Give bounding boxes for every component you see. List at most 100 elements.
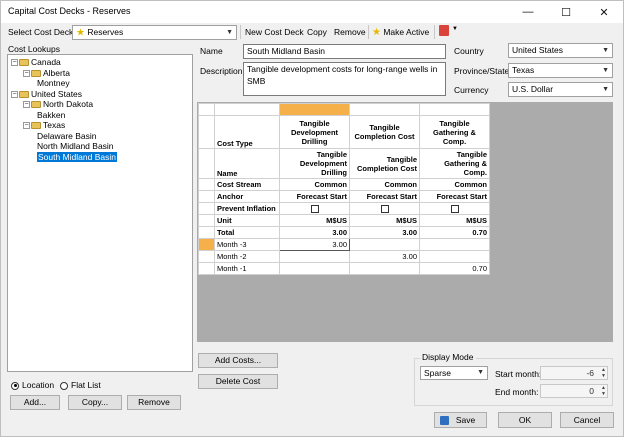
star-icon: ★ bbox=[372, 26, 381, 38]
display-mode-select[interactable]: Sparse ▼ bbox=[420, 366, 488, 380]
tree-item[interactable]: − United States bbox=[11, 89, 82, 100]
anchor-cell[interactable]: Forecast Start bbox=[419, 190, 490, 203]
minimize-icon[interactable]: — bbox=[509, 1, 547, 23]
report-icon[interactable] bbox=[439, 25, 449, 36]
cancel-button[interactable]: Cancel bbox=[560, 412, 614, 428]
cost-type-cell[interactable]: Tangible Gathering & Comp. bbox=[419, 115, 490, 149]
cost-lookups-tree[interactable]: − Canada − Alberta Montney − United States − Nor… bbox=[7, 54, 193, 372]
start-month-spinner[interactable]: -6 ▲ ▼ bbox=[540, 366, 608, 380]
prevent-inflation-checkbox[interactable] bbox=[450, 205, 459, 213]
total-cell: 0.70 bbox=[419, 226, 490, 239]
month-cell[interactable] bbox=[349, 262, 420, 275]
country-select[interactable]: United States ▼ bbox=[508, 43, 613, 58]
month-cell[interactable] bbox=[419, 238, 490, 251]
name-cell[interactable]: Tangible Gathering & Comp. bbox=[419, 148, 490, 179]
month-cell[interactable]: 3.00 bbox=[279, 238, 350, 251]
row-header[interactable] bbox=[198, 250, 215, 263]
tree-item[interactable]: South Midland Basin bbox=[35, 151, 117, 163]
month-cell[interactable] bbox=[349, 238, 420, 251]
collapse-icon[interactable]: − bbox=[23, 101, 30, 109]
cost-lookups-label: Cost Lookups bbox=[8, 44, 60, 54]
cost-grid[interactable]: Cost Type Tangible Development Drilling … bbox=[198, 103, 490, 275]
tree-item[interactable]: − Texas bbox=[23, 120, 65, 131]
remove-lookup-button[interactable]: Remove bbox=[127, 395, 181, 410]
tree-item[interactable]: − North Dakota bbox=[23, 99, 93, 110]
prevent-inflation-cell[interactable] bbox=[279, 202, 350, 215]
province-select[interactable]: Texas ▼ bbox=[508, 63, 613, 78]
tree-item[interactable]: − Alberta bbox=[23, 68, 70, 79]
stream-cell[interactable]: Common bbox=[279, 178, 350, 191]
row-header-selected[interactable] bbox=[198, 238, 215, 251]
spin-arrows-icon[interactable]: ▲ ▼ bbox=[601, 367, 606, 379]
prevent-inflation-cell[interactable] bbox=[419, 202, 490, 215]
collapse-icon[interactable]: − bbox=[11, 59, 18, 67]
collapse-icon[interactable]: − bbox=[23, 122, 30, 130]
toolbar-separator bbox=[240, 25, 241, 39]
make-active-button[interactable]: ★ Make Active bbox=[372, 26, 429, 39]
tree-item[interactable]: North Midland Basin bbox=[35, 141, 114, 152]
deck-select[interactable]: ★ Reserves ▼ bbox=[72, 25, 237, 40]
column-header-1[interactable] bbox=[279, 103, 350, 116]
flat-list-radio[interactable]: Flat List bbox=[60, 380, 101, 390]
delete-cost-button[interactable]: Delete Cost bbox=[198, 374, 278, 389]
unit-cell[interactable]: M$US bbox=[279, 214, 350, 227]
remove-deck-button[interactable]: Remove bbox=[334, 26, 366, 38]
country-value: United States bbox=[512, 45, 564, 55]
name-cell[interactable]: Tangible Completion Cost bbox=[349, 148, 420, 179]
ok-button[interactable]: OK bbox=[498, 412, 552, 428]
month-cell[interactable]: 0.70 bbox=[419, 262, 490, 275]
add-costs-button[interactable]: Add Costs... bbox=[198, 353, 278, 368]
copy-lookup-button[interactable]: Copy... bbox=[68, 395, 122, 410]
copy-deck-button[interactable]: Copy bbox=[307, 26, 327, 38]
unit-cell[interactable]: M$US bbox=[419, 214, 490, 227]
folder-icon bbox=[19, 90, 29, 98]
collapse-icon[interactable]: − bbox=[23, 69, 30, 77]
row-label-month: Month -2 bbox=[214, 250, 280, 263]
maximize-icon[interactable]: ☐ bbox=[547, 1, 585, 23]
spin-arrows-icon[interactable]: ▲ ▼ bbox=[601, 385, 606, 397]
tree-item[interactable]: Bakken bbox=[35, 110, 65, 121]
new-cost-deck-button[interactable]: New Cost Deck bbox=[245, 26, 304, 38]
stream-cell[interactable]: Common bbox=[419, 178, 490, 191]
add-lookup-button[interactable]: Add... bbox=[10, 395, 60, 410]
unit-cell[interactable]: M$US bbox=[349, 214, 420, 227]
anchor-cell[interactable]: Forecast Start bbox=[279, 190, 350, 203]
month-cell[interactable] bbox=[419, 250, 490, 263]
prevent-inflation-checkbox[interactable] bbox=[310, 205, 319, 213]
save-button[interactable]: Save bbox=[434, 412, 487, 428]
row-header[interactable] bbox=[198, 262, 215, 275]
location-radio-label: Location bbox=[22, 380, 55, 390]
chevron-down-icon: ▼ bbox=[602, 67, 609, 74]
anchor-cell[interactable]: Forecast Start bbox=[349, 190, 420, 203]
cost-type-cell[interactable]: Tangible Development Drilling bbox=[279, 115, 350, 149]
stream-cell[interactable]: Common bbox=[349, 178, 420, 191]
province-label: Province/State bbox=[454, 66, 510, 76]
tree-item[interactable]: Delaware Basin bbox=[35, 131, 97, 142]
column-header-2[interactable] bbox=[349, 103, 420, 116]
prevent-inflation-checkbox[interactable] bbox=[380, 205, 389, 213]
chevron-down-icon: ▼ bbox=[602, 86, 609, 93]
window-title: Capital Cost Decks - Reserves bbox=[8, 6, 131, 16]
tree-item[interactable]: Montney bbox=[35, 78, 70, 89]
name-input[interactable]: South Midland Basin bbox=[243, 44, 446, 59]
prevent-inflation-cell[interactable] bbox=[349, 202, 420, 215]
month-cell[interactable]: 3.00 bbox=[349, 250, 420, 263]
month-cell[interactable] bbox=[279, 262, 350, 275]
cost-type-cell[interactable]: Tangible Completion Cost bbox=[349, 115, 420, 149]
name-cell[interactable]: Tangible Development Drilling bbox=[279, 148, 350, 179]
row-label-stream: Cost Stream bbox=[214, 178, 280, 191]
description-input[interactable]: Tangible development costs for long-rang… bbox=[243, 62, 446, 96]
month-cell[interactable] bbox=[279, 250, 350, 263]
column-header-3[interactable] bbox=[419, 103, 490, 116]
radio-off-icon bbox=[60, 381, 68, 390]
star-icon: ★ bbox=[76, 27, 85, 39]
currency-select[interactable]: U.S. Dollar ▼ bbox=[508, 82, 613, 97]
end-month-spinner[interactable]: 0 ▲ ▼ bbox=[540, 384, 608, 398]
close-icon[interactable]: ✕ bbox=[585, 1, 623, 23]
tree-item-label: Alberta bbox=[43, 67, 70, 78]
report-dropdown-icon[interactable]: ▼ bbox=[452, 26, 458, 32]
tree-item-label: North Midland Basin bbox=[37, 141, 114, 151]
collapse-icon[interactable]: − bbox=[11, 90, 18, 98]
tree-item[interactable]: − Canada bbox=[11, 57, 61, 68]
location-radio[interactable]: Location bbox=[11, 380, 54, 390]
